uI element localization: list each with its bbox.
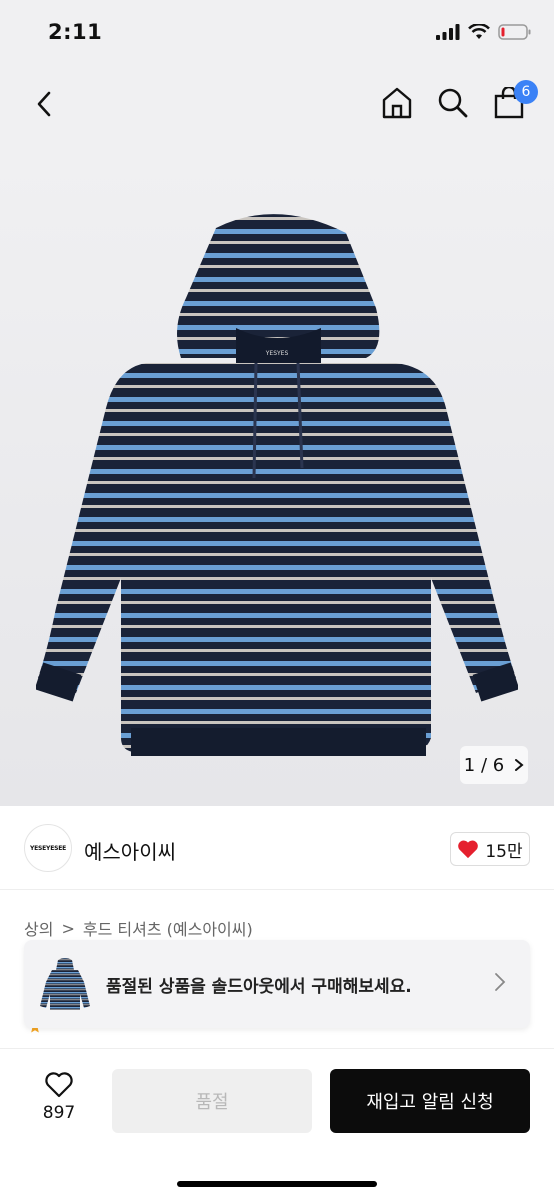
back-button[interactable] bbox=[26, 86, 62, 122]
soldout-market-banner[interactable]: 품절된 상품을 솔드아웃에서 구매해보세요. bbox=[24, 940, 530, 1028]
signal-icon bbox=[436, 24, 460, 44]
wishlist-count: 897 bbox=[42, 1103, 76, 1123]
breadcrumb-separator: > bbox=[61, 918, 75, 938]
cart-button[interactable]: 6 bbox=[492, 80, 538, 122]
svg-text:YESYES: YESYES bbox=[265, 350, 289, 357]
brand-like-button[interactable]: 15만 bbox=[450, 832, 530, 866]
chevron-right-icon bbox=[495, 973, 506, 991]
restock-alert-button[interactable]: 재입고 알림 신청 bbox=[330, 1069, 530, 1133]
brand-name[interactable]: 예스아이씨 bbox=[84, 836, 176, 865]
status-bar: 2:11 bbox=[0, 0, 554, 64]
wifi-icon bbox=[468, 23, 490, 44]
nav-actions: 6 bbox=[380, 80, 538, 122]
page-indicator-text: 1 / 6 bbox=[463, 754, 505, 776]
brand-like-count: 15만 bbox=[485, 841, 523, 862]
heart-outline-icon bbox=[45, 1072, 73, 1098]
breadcrumb-category[interactable]: 상의 bbox=[24, 916, 53, 940]
battery-icon bbox=[498, 24, 532, 44]
brand-logo[interactable]: YESEYESEE bbox=[24, 824, 72, 872]
breadcrumb: 상의 > 후드 티셔츠 (예스아이씨) bbox=[24, 916, 253, 940]
search-icon bbox=[438, 88, 468, 118]
cart-count-badge: 6 bbox=[514, 80, 538, 104]
status-time: 2:11 bbox=[48, 20, 103, 44]
chevron-right-icon bbox=[515, 759, 524, 771]
banner-product-thumbnail bbox=[40, 958, 90, 1010]
home-button[interactable] bbox=[380, 84, 414, 122]
soldout-banner-text: 품절된 상품을 솔드아웃에서 구매해보세요. bbox=[106, 976, 412, 997]
bottom-purchase-bar: 897 품절 재입고 알림 신청 bbox=[0, 1048, 554, 1200]
product-image-gallery[interactable]: YESYES 1 / 6 bbox=[0, 144, 554, 806]
brand-row: YESEYESEE 예스아이씨 15만 bbox=[0, 806, 554, 890]
search-button[interactable] bbox=[436, 84, 470, 122]
heart-filled-icon bbox=[458, 840, 479, 859]
wishlist-button[interactable]: 897 bbox=[34, 1071, 84, 1123]
chevron-left-icon bbox=[37, 91, 51, 117]
status-icons bbox=[436, 23, 532, 44]
product-hoodie-image: YESYES bbox=[36, 214, 518, 756]
navigation-bar: 6 bbox=[0, 64, 554, 144]
image-page-indicator[interactable]: 1 / 6 bbox=[460, 746, 528, 784]
soldout-button[interactable]: 품절 bbox=[112, 1069, 312, 1133]
home-icon bbox=[382, 87, 412, 119]
home-indicator bbox=[177, 1181, 377, 1187]
breadcrumb-subcategory[interactable]: 후드 티셔츠 (예스아이씨) bbox=[83, 916, 253, 940]
